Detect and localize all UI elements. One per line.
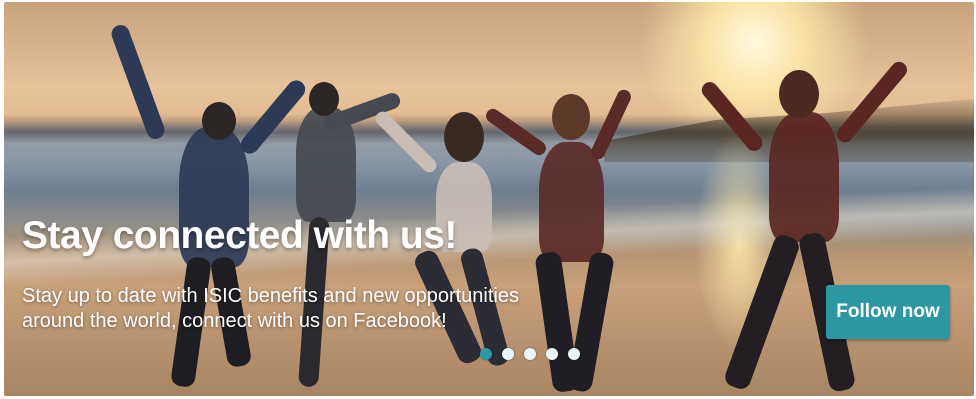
person-head <box>779 70 819 118</box>
banner-headline: Stay connected with us! <box>22 214 457 257</box>
person-head <box>444 112 484 162</box>
banner-subtext-line-1: Stay up to date with ISIC benefits and n… <box>22 285 519 307</box>
person-silhouette <box>769 112 839 242</box>
carousel-dot-1[interactable] <box>480 348 492 360</box>
carousel-dot-4[interactable] <box>546 348 558 360</box>
carousel-dot-5[interactable] <box>568 348 580 360</box>
carousel-pagination <box>480 348 580 360</box>
person-head <box>309 82 339 116</box>
banner-subtext-line-2: around the world, connect with us on Fac… <box>22 310 447 332</box>
carousel-dot-2[interactable] <box>502 348 514 360</box>
banner-subtext: Stay up to date with ISIC benefits and n… <box>22 284 522 334</box>
hero-banner: Stay connected with us! Stay up to date … <box>4 2 974 396</box>
carousel-dot-3[interactable] <box>524 348 536 360</box>
person-leg <box>567 250 615 394</box>
person-head <box>202 102 236 140</box>
follow-now-button[interactable]: Follow now <box>826 285 950 339</box>
person-head <box>552 94 590 140</box>
person-silhouette <box>539 142 604 262</box>
